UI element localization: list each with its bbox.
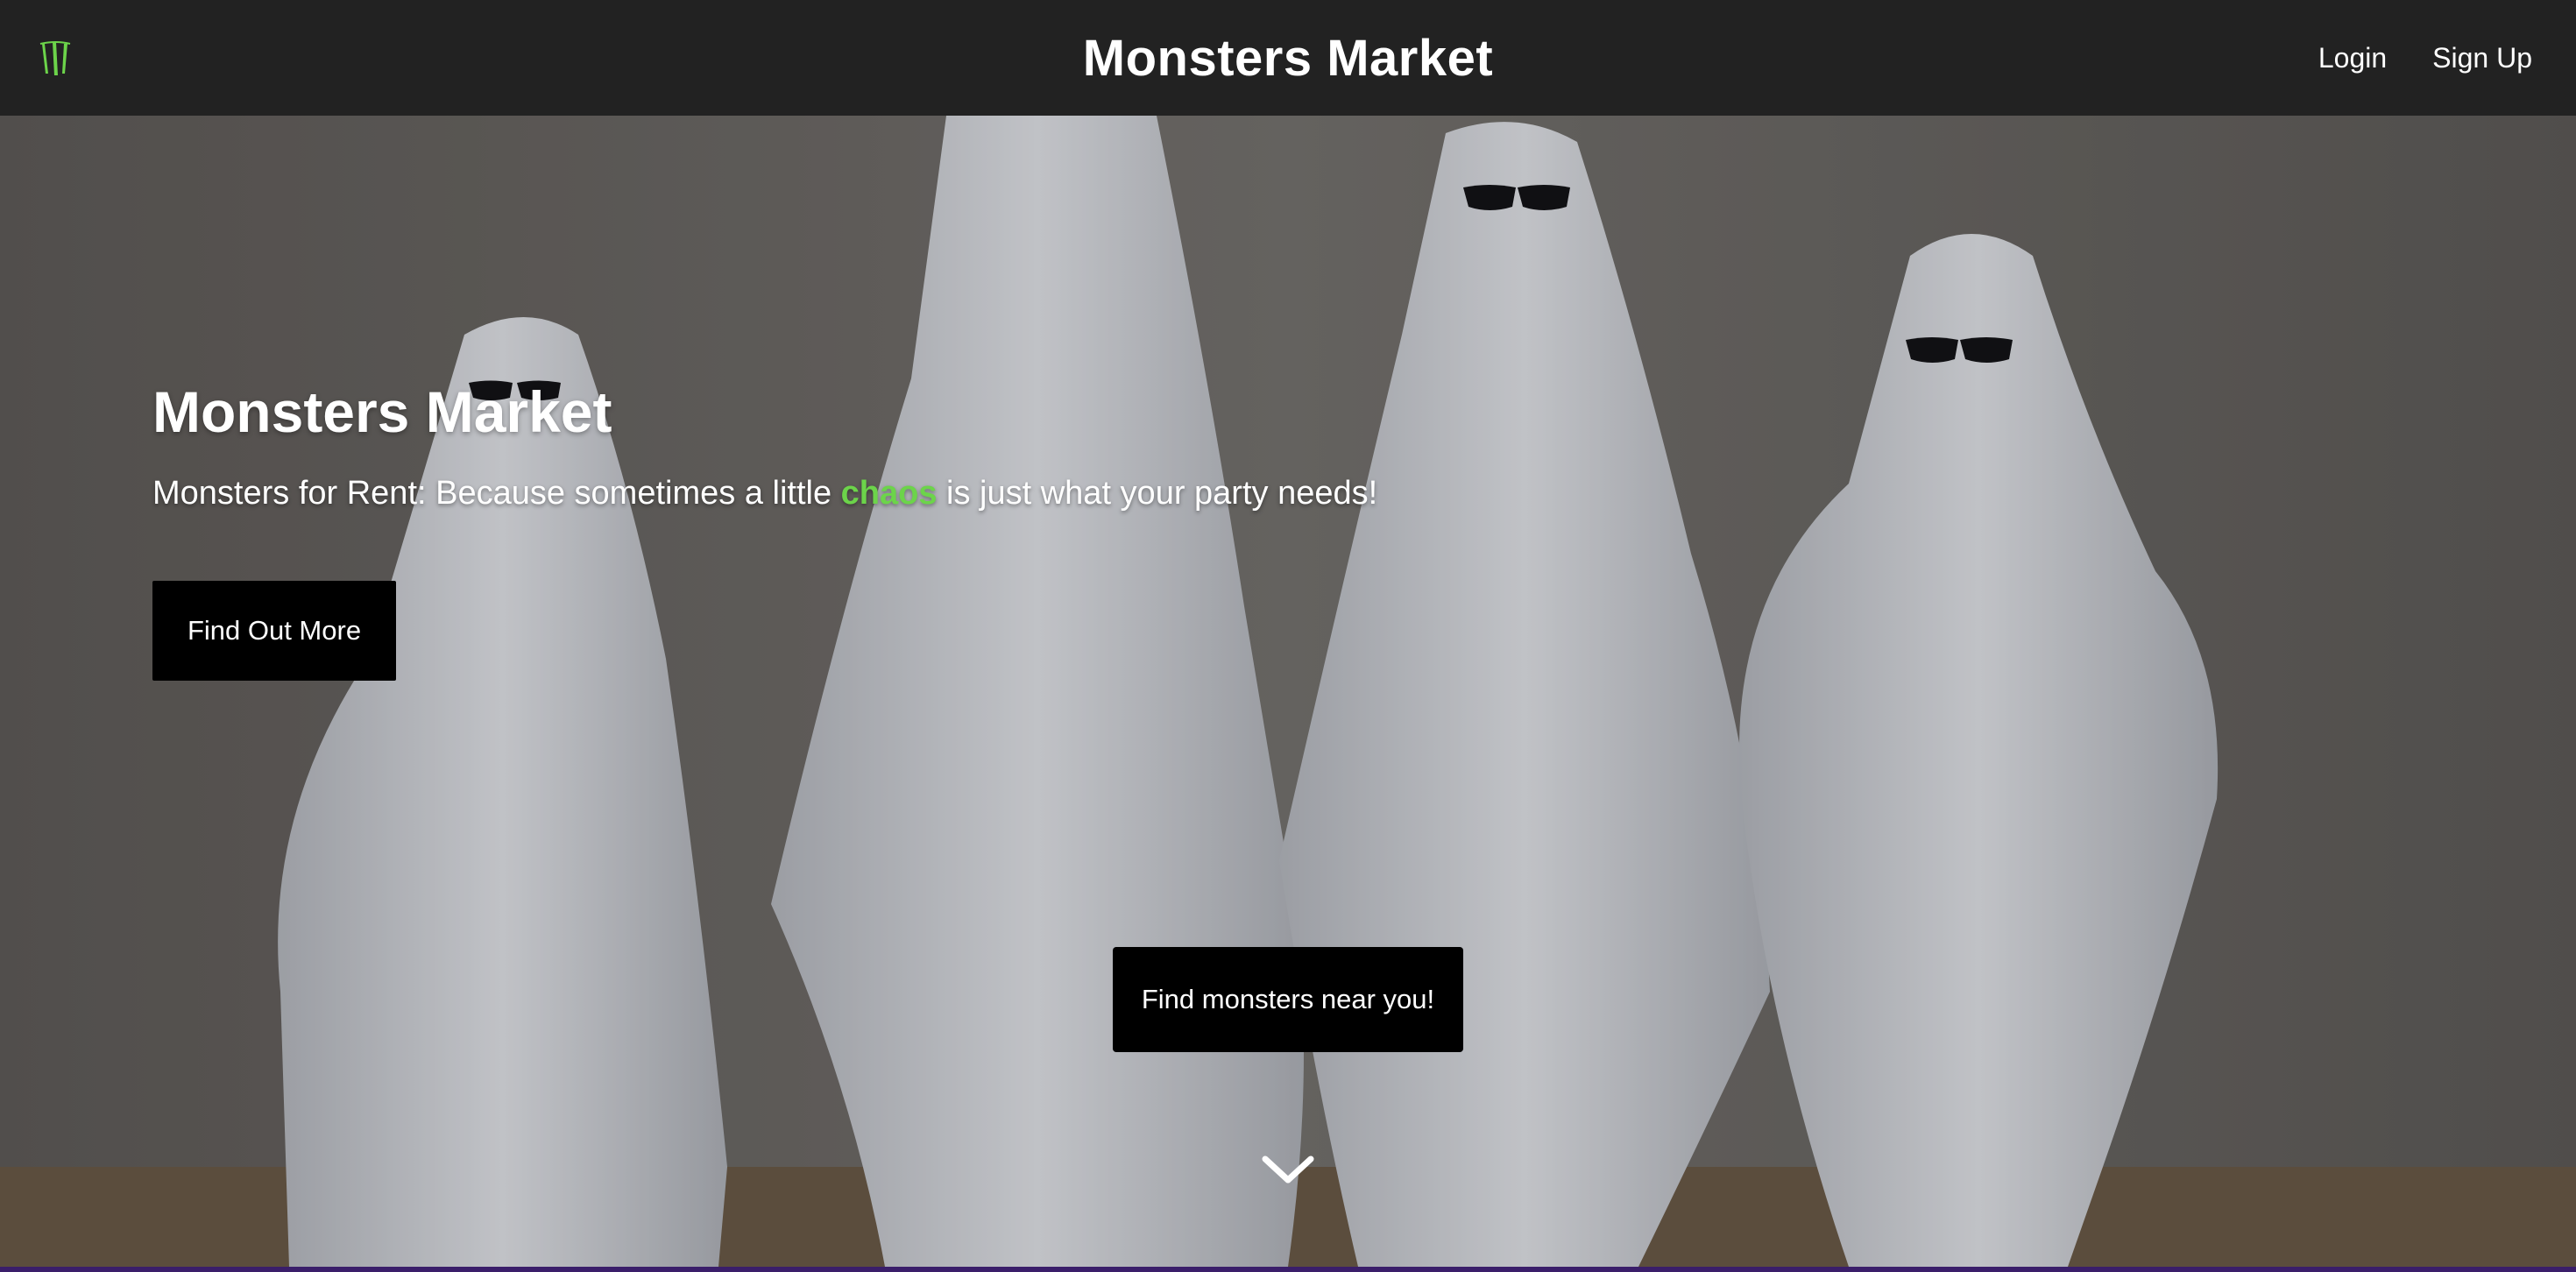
signup-link[interactable]: Sign Up: [2432, 42, 2532, 74]
hero-subtitle-accent: chaos: [840, 475, 938, 512]
find-out-more-button[interactable]: Find Out More: [152, 581, 396, 681]
hero-subtitle-end: is just what your party needs!: [937, 475, 1378, 512]
hero-subtitle-start: Monsters for Rent: Because sometimes a l…: [152, 475, 841, 512]
find-monsters-near-you-button[interactable]: Find monsters near you!: [1113, 947, 1463, 1052]
brand-title[interactable]: Monsters Market: [1083, 29, 1493, 88]
hero-title: Monsters Market: [152, 379, 612, 444]
monster-claw-logo[interactable]: [39, 39, 74, 77]
top-navbar: Monsters Market Login Sign Up: [0, 0, 2576, 116]
chevron-down-icon[interactable]: [1260, 1152, 1316, 1187]
hero-overlay: [0, 116, 2576, 1267]
nav-links: Login Sign Up: [2318, 0, 2532, 116]
hero-section: Monsters Market Monsters for Rent: Becau…: [0, 116, 2576, 1267]
login-link[interactable]: Login: [2318, 42, 2387, 74]
hero-subtitle: Monsters for Rent: Because sometimes a l…: [152, 475, 1377, 512]
bottom-edge-bar: [0, 1267, 2576, 1272]
